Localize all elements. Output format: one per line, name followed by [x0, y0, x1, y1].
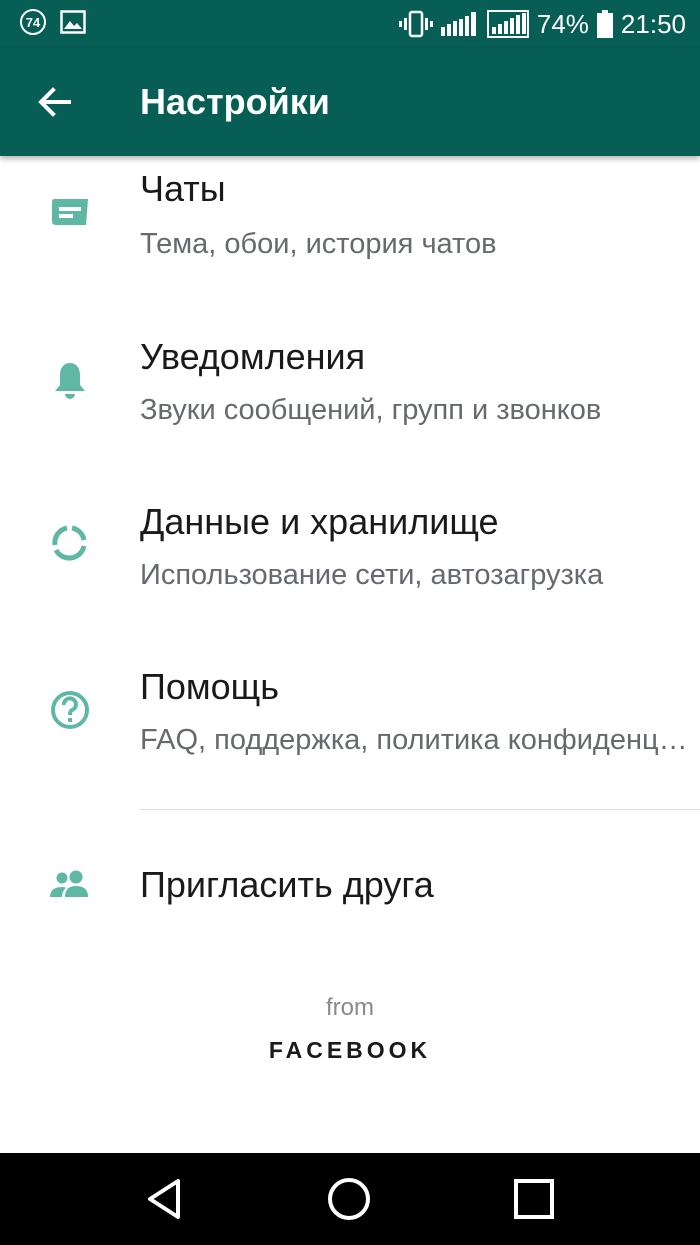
settings-item-subtitle: Звуки сообщений, групп и звонков [140, 394, 602, 426]
settings-item-notifications[interactable]: Уведомления Звуки сообщений, групп и зво… [0, 316, 700, 481]
clock: 21:50 [620, 9, 686, 39]
navigation-bar [0, 1153, 700, 1245]
home-circle-icon [328, 1178, 370, 1220]
recents-square-icon [514, 1179, 554, 1219]
battery-percent: 74% [536, 9, 589, 39]
data-usage-icon [48, 521, 92, 565]
page-title: Настройки [140, 81, 330, 122]
settings-item-subtitle: FAQ, поддержка, политика конфиденциально… [140, 724, 696, 756]
settings-item-subtitle: Использование сети, автозагрузка [140, 559, 604, 591]
settings-item-subtitle: Тема, обои, история чатов [140, 228, 497, 260]
notification-badge: 74 [20, 9, 46, 35]
back-button[interactable] [30, 78, 78, 126]
settings-item-help[interactable]: Помощь FAQ, поддержка, политика конфиден… [0, 646, 700, 806]
settings-item-invite-friend[interactable]: Пригласить друга [0, 810, 700, 958]
settings-item-title: Данные и хранилище [140, 501, 499, 542]
settings-item-title: Чаты [140, 168, 226, 209]
back-triangle-icon [148, 1179, 180, 1219]
footer-from: from [326, 994, 374, 1021]
nav-recents-button[interactable] [508, 1173, 560, 1225]
settings-item-chats[interactable]: Чаты Тема, обои, история чатов [0, 156, 700, 316]
settings-item-title: Помощь [140, 666, 280, 707]
status-bar: 74 74% 21:50 [0, 0, 700, 48]
people-icon [48, 862, 92, 906]
help-icon [48, 688, 92, 732]
bell-icon [48, 358, 92, 402]
status-right: 74% 21:50 [398, 6, 686, 42]
battery-icon [596, 10, 613, 38]
list-divider [140, 809, 700, 810]
chat-icon [48, 192, 92, 236]
status-left: 74 [20, 9, 86, 35]
facebook-logo: FACEBOOK [268, 1037, 432, 1063]
settings-item-title: Уведомления [140, 336, 366, 377]
signal-icon [440, 12, 476, 36]
nav-home-button[interactable] [323, 1173, 375, 1225]
settings-item-data-storage[interactable]: Данные и хранилище Использование сети, а… [0, 481, 700, 646]
nav-back-button[interactable] [138, 1173, 190, 1225]
arrow-left-icon [38, 87, 71, 117]
signal-2-icon [486, 10, 529, 38]
vibrate-icon [398, 10, 433, 38]
settings-item-title: Пригласить друга [140, 864, 434, 905]
app-bar: Настройки [0, 48, 700, 156]
gallery-icon [60, 10, 86, 34]
